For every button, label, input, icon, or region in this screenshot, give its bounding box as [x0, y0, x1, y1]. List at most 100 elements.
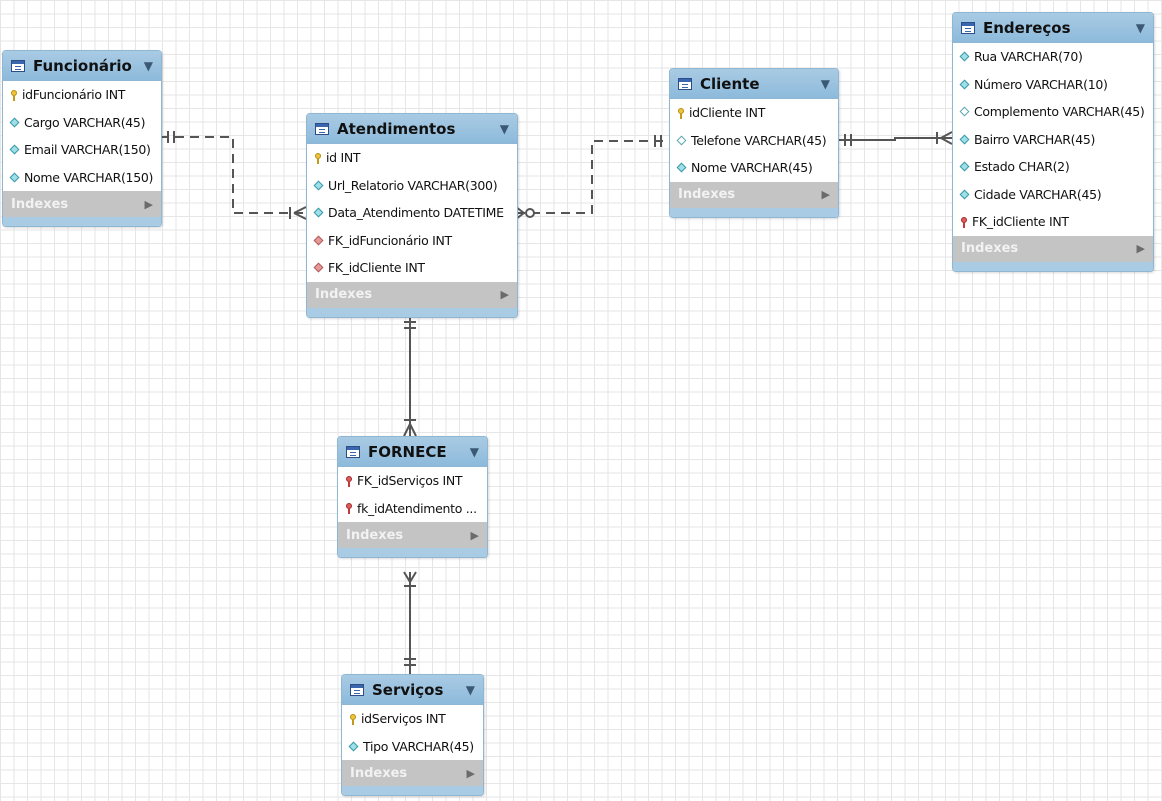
- collapse-arrow-icon[interactable]: ▼: [821, 77, 830, 91]
- collapse-arrow-icon[interactable]: ▼: [144, 59, 153, 73]
- table-name: Serviços: [372, 680, 444, 699]
- column-row[interactable]: Número VARCHAR(10): [953, 71, 1153, 99]
- diamond-outline-icon: [959, 106, 970, 117]
- table-fornece[interactable]: FORNECE ▼ FK_idServiços INT fk_idAtendim…: [337, 436, 488, 558]
- column-label: Nome VARCHAR(45): [691, 160, 813, 176]
- column-row[interactable]: idServiços INT: [342, 705, 483, 733]
- column-label: FK_idCliente INT: [972, 214, 1069, 230]
- table-icon: [315, 122, 329, 135]
- connector-cliente-enderecos: [837, 137, 952, 141]
- indexes-label: Indexes: [350, 765, 408, 781]
- key-icon: [350, 713, 356, 725]
- table-icon: [350, 683, 364, 696]
- indexes-section[interactable]: Indexes ▶: [3, 191, 161, 217]
- table-name: Cliente: [700, 74, 760, 93]
- indexes-section[interactable]: Indexes ▶: [342, 760, 483, 786]
- table-name: Funcionário: [33, 56, 132, 75]
- table-footer: [338, 548, 487, 557]
- table-header[interactable]: FORNECE ▼: [338, 437, 487, 467]
- column-row[interactable]: Data_Atendimento DATETIME: [307, 199, 517, 227]
- collapse-arrow-icon[interactable]: ▼: [500, 122, 509, 136]
- column-label: id INT: [326, 150, 361, 166]
- column-label: fk_idAtendimento ...: [357, 500, 477, 516]
- column-row[interactable]: fk_idAtendimento ...: [338, 495, 487, 523]
- table-name: Atendimentos: [337, 119, 456, 138]
- indexes-label: Indexes: [678, 187, 736, 202]
- expand-triangle-icon[interactable]: ▶: [467, 767, 475, 780]
- column-row[interactable]: idCliente INT: [670, 99, 838, 127]
- expand-triangle-icon[interactable]: ▶: [822, 188, 830, 201]
- column-row[interactable]: Url_Relatorio VARCHAR(300): [307, 172, 517, 200]
- column-row[interactable]: Email VARCHAR(150): [3, 136, 161, 164]
- diamond-icon: [676, 162, 687, 173]
- column-row[interactable]: Nome VARCHAR(150): [3, 164, 161, 192]
- diamond-icon: [959, 161, 970, 172]
- foreign-key-diamond-icon: [313, 262, 324, 273]
- table-footer: [307, 307, 517, 317]
- column-label: Email VARCHAR(150): [24, 142, 151, 158]
- table-footer: [342, 786, 483, 795]
- expand-triangle-icon[interactable]: ▶: [1137, 242, 1145, 255]
- column-label: FK_idServiços INT: [357, 473, 463, 489]
- table-header[interactable]: Funcionário ▼: [3, 51, 161, 81]
- diamond-icon: [348, 741, 359, 752]
- column-row[interactable]: Cargo VARCHAR(45): [3, 109, 161, 137]
- table-footer: [3, 217, 161, 226]
- diamond-icon: [959, 189, 970, 200]
- indexes-section[interactable]: Indexes ▶: [670, 181, 838, 208]
- table-footer: [670, 207, 838, 217]
- indexes-section[interactable]: Indexes ▶: [953, 235, 1153, 262]
- table-funcionario[interactable]: Funcionário ▼ idFuncionário INT Cargo VA…: [2, 50, 162, 227]
- column-row[interactable]: FK_idCliente INT: [953, 208, 1153, 236]
- indexes-label: Indexes: [961, 241, 1019, 256]
- column-row[interactable]: FK_idFuncionário INT: [307, 227, 517, 255]
- column-label: Estado CHAR(2): [974, 159, 1070, 175]
- connector-atendimentos-cliente: [516, 140, 669, 214]
- collapse-arrow-icon[interactable]: ▼: [466, 683, 475, 697]
- indexes-section[interactable]: Indexes ▶: [338, 522, 487, 548]
- key-icon: [11, 89, 17, 101]
- diamond-outline-icon: [676, 135, 687, 146]
- column-label: idFuncionário INT: [22, 87, 126, 103]
- column-row[interactable]: FK_idCliente INT: [307, 254, 517, 282]
- table-header[interactable]: Endereços ▼: [953, 13, 1153, 43]
- table-atendimentos[interactable]: Atendimentos ▼ id INT Url_Relatorio VARC…: [306, 113, 518, 318]
- collapse-arrow-icon[interactable]: ▼: [1136, 21, 1145, 35]
- column-row[interactable]: Rua VARCHAR(70): [953, 43, 1153, 71]
- column-label: Data_Atendimento DATETIME: [328, 205, 504, 221]
- column-label: FK_idCliente INT: [328, 260, 425, 276]
- table-enderecos[interactable]: Endereços ▼ Rua VARCHAR(70) Número VARCH…: [952, 12, 1154, 272]
- column-row[interactable]: id INT: [307, 144, 517, 172]
- column-row[interactable]: Bairro VARCHAR(45): [953, 126, 1153, 154]
- diamond-icon: [9, 172, 20, 183]
- column-row[interactable]: Tipo VARCHAR(45): [342, 733, 483, 761]
- expand-triangle-icon[interactable]: ▶: [501, 288, 509, 301]
- column-row[interactable]: FK_idServiços INT: [338, 467, 487, 495]
- indexes-section[interactable]: Indexes ▶: [307, 281, 517, 308]
- table-servicos[interactable]: Serviços ▼ idServiços INT Tipo VARCHAR(4…: [341, 674, 484, 796]
- expand-triangle-icon[interactable]: ▶: [471, 529, 479, 542]
- cardinality-one-one: [167, 131, 175, 143]
- table-header[interactable]: Serviços ▼: [342, 675, 483, 705]
- column-row[interactable]: Cidade VARCHAR(45): [953, 181, 1153, 209]
- table-icon: [961, 21, 975, 34]
- column-label: Cargo VARCHAR(45): [24, 114, 146, 130]
- column-row[interactable]: Complemento VARCHAR(45): [953, 98, 1153, 126]
- indexes-label: Indexes: [11, 196, 69, 212]
- diamond-icon: [959, 134, 970, 145]
- table-header[interactable]: Atendimentos ▼: [307, 114, 517, 144]
- column-row[interactable]: idFuncionário INT: [3, 81, 161, 109]
- collapse-arrow-icon[interactable]: ▼: [470, 445, 479, 459]
- column-row[interactable]: Telefone VARCHAR(45): [670, 127, 838, 155]
- red-key-icon: [346, 503, 352, 515]
- table-cliente[interactable]: Cliente ▼ idCliente INT Telefone VARCHAR…: [669, 68, 839, 218]
- diamond-icon: [313, 180, 324, 191]
- table-icon: [346, 445, 360, 458]
- column-row[interactable]: Estado CHAR(2): [953, 153, 1153, 181]
- table-header[interactable]: Cliente ▼: [670, 69, 838, 99]
- expand-triangle-icon[interactable]: ▶: [145, 198, 153, 211]
- table-footer: [953, 261, 1153, 271]
- red-key-icon: [346, 475, 352, 487]
- column-row[interactable]: Nome VARCHAR(45): [670, 154, 838, 182]
- table-icon: [11, 59, 25, 72]
